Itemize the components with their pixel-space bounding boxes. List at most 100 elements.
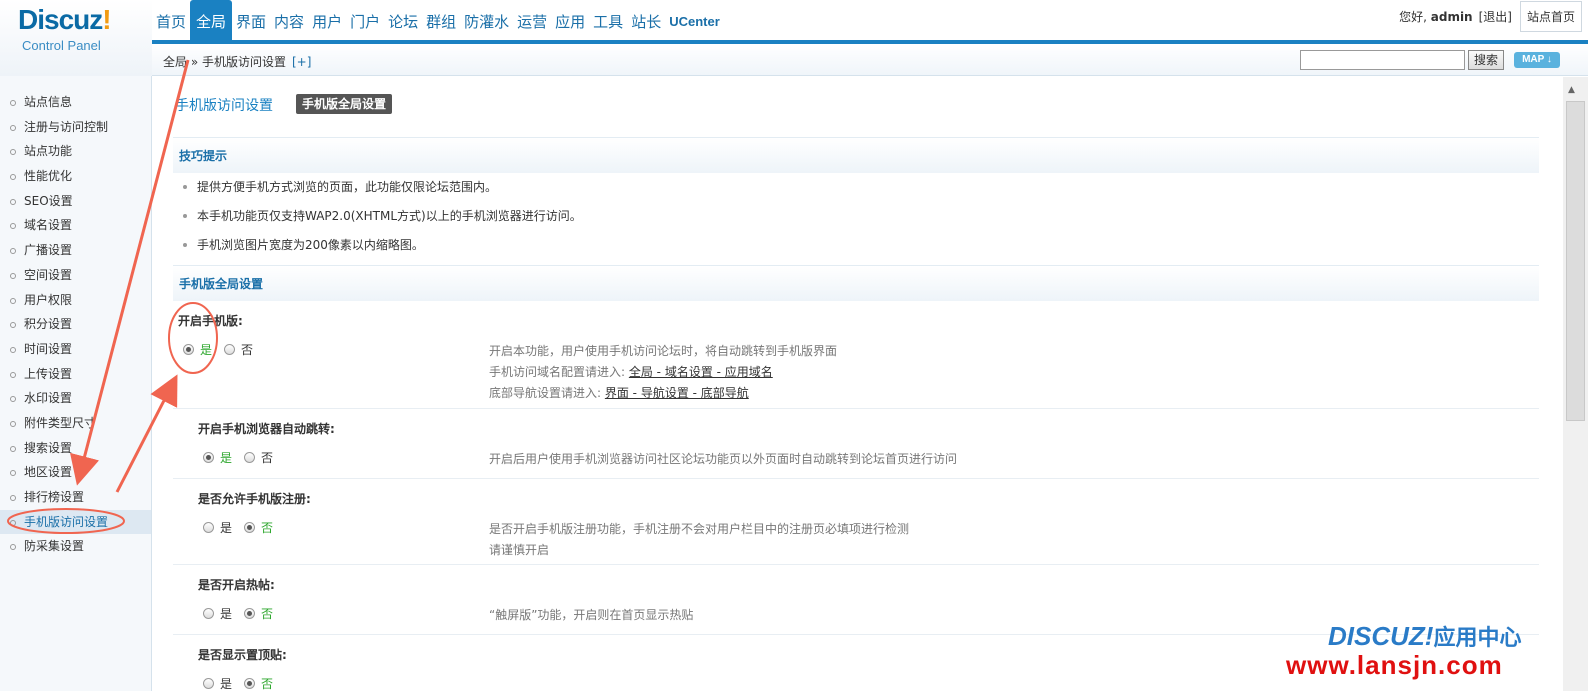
breadcrumb-add-link[interactable]: [+]	[292, 55, 311, 69]
tip-item: 手机浏览图片宽度为200像素以内缩略图。	[173, 231, 1539, 260]
setting-label: 开启手机版:	[178, 314, 243, 328]
radio-yes[interactable]: 是	[203, 449, 232, 466]
logout-link[interactable]: [退出]	[1479, 8, 1512, 25]
nav-item-11[interactable]: 工具	[589, 4, 627, 40]
main-content: 手机版访问设置 手机版全局设置 技巧提示 提供方便手机方式浏览的页面，此功能仅限…	[153, 77, 1563, 691]
setting-description: 开启后用户使用手机浏览器访问社区论坛功能页以外页面时自动跳转到论坛首页进行访问	[489, 452, 958, 466]
scrollbar[interactable]: ▲	[1563, 77, 1588, 691]
footer-nav-link[interactable]: 界面 - 导航设置 - 底部导航	[605, 386, 749, 400]
tip-item: 本手机功能页仅支持WAP2.0(XHTML方式)以上的手机浏览器进行访问。	[173, 202, 1539, 231]
tips-header: 技巧提示	[173, 137, 1539, 173]
map-button[interactable]: MAP ↓	[1514, 52, 1560, 68]
radio-group: 是 否	[203, 675, 285, 691]
radio-no[interactable]: 否	[244, 605, 273, 622]
nav-item-1[interactable]: 全局	[190, 0, 233, 40]
radio-dot	[224, 344, 236, 355]
sidebar-item[interactable]: 防采集设置	[0, 534, 151, 559]
sidebar-item[interactable]: 地区设置	[0, 460, 151, 485]
radio-dot	[244, 452, 256, 463]
radio-no[interactable]: 否	[244, 449, 273, 466]
nav-item-5[interactable]: 门户	[346, 4, 384, 40]
header: Discuz! Control Panel 首页 全局 界面 内容 用户 门户 论坛 群组 防灌…	[0, 0, 1588, 76]
nav-item-7[interactable]: 群组	[422, 4, 460, 40]
watermark-url: www.lansjn.com	[1286, 650, 1503, 680]
user-box: 您好, admin [退出] 站点首页	[1399, 0, 1588, 32]
radio-dot	[203, 522, 214, 533]
logo-brand: Discuz!	[18, 4, 112, 35]
watermark-brand: DISCUZ!应用中心	[1328, 621, 1522, 651]
page-title: 手机版访问设置	[175, 98, 273, 114]
setting-label: 是否显示置顶贴:	[198, 648, 287, 662]
logo[interactable]: Discuz! Control Panel	[0, 0, 152, 76]
sidebar-item[interactable]: 搜索设置	[0, 436, 151, 461]
setting-description: “触屏版”功能，开启则在首页显示热贴	[489, 608, 694, 622]
nav-item-8[interactable]: 防灌水	[460, 4, 513, 40]
radio-dot	[244, 522, 256, 533]
nav-item-3[interactable]: 内容	[270, 4, 308, 40]
search-input[interactable]	[1300, 50, 1465, 70]
scrollbar-thumb[interactable]	[1566, 101, 1585, 421]
top-nav: 首页 全局 界面 内容 用户 门户 论坛 群组 防灌水 运营 应用 工具 站长 UCenter	[152, 0, 724, 40]
radio-yes[interactable]: 是	[203, 605, 232, 622]
setting-label: 是否开启热帖:	[198, 578, 275, 592]
domain-settings-link[interactable]: 全局 - 域名设置 - 应用域名	[629, 365, 773, 379]
radio-dot	[244, 678, 256, 689]
sidebar-item[interactable]: 性能优化	[0, 164, 151, 189]
radio-no[interactable]: 否	[224, 341, 253, 358]
radio-group: 是 否	[203, 449, 285, 466]
nav-item-13[interactable]: UCenter	[665, 4, 724, 40]
logo-subtitle: Control Panel	[22, 38, 101, 53]
setting-label: 是否允许手机版注册:	[198, 492, 311, 506]
setting-enable-mobile: 开启手机版: 是 否 开启本功能，用户使用手机访问论坛时，将自动跳转到手机版界面…	[173, 301, 1539, 409]
scroll-up-icon[interactable]: ▲	[1568, 85, 1575, 95]
radio-no[interactable]: 否	[244, 519, 273, 536]
radio-dot	[244, 608, 256, 619]
sidebar-item[interactable]: 附件类型尺寸	[0, 411, 151, 436]
sidebar-item[interactable]: 积分设置	[0, 312, 151, 337]
radio-dot	[203, 452, 214, 463]
radio-group: 是 否	[183, 341, 265, 358]
sidebar-item[interactable]: 广播设置	[0, 238, 151, 263]
nav-item-9[interactable]: 运营	[513, 4, 551, 40]
sidebar-item[interactable]: 空间设置	[0, 263, 151, 288]
sidebar-item[interactable]: 站点信息	[0, 90, 151, 115]
radio-yes[interactable]: 是	[203, 519, 232, 536]
sidebar-item[interactable]: 注册与访问控制	[0, 115, 151, 140]
radio-dot	[203, 608, 214, 619]
setting-description: 是否开启手机版注册功能，手机注册不会对用户栏目中的注册页必填项进行检测 请谨慎开…	[489, 522, 910, 557]
sidebar-menu: 站点信息 注册与访问控制 站点功能 性能优化 SEO设置 域名设置 广播设置 空间设置 用户权限…	[0, 76, 151, 559]
sidebar-item[interactable]: 手机版访问设置	[0, 509, 151, 535]
breadcrumb: 全局 » 手机版访问设置 [+]	[163, 55, 312, 69]
watermark: DISCUZ!应用中心 www.lansjn.com	[1276, 616, 1566, 691]
radio-yes[interactable]: 是	[203, 675, 232, 691]
sidebar-item[interactable]: 上传设置	[0, 362, 151, 387]
sidebar: 站点信息 注册与访问控制 站点功能 性能优化 SEO设置 域名设置 广播设置 空间设置 用户权限…	[0, 76, 152, 691]
nav-item-6[interactable]: 论坛	[384, 4, 422, 40]
tips-list: 提供方便手机方式浏览的页面，此功能仅限论坛范围内。 本手机功能页仅支持WAP2.…	[173, 173, 1539, 260]
radio-yes[interactable]: 是	[183, 341, 212, 358]
search-button[interactable]: 搜索	[1468, 50, 1505, 70]
sidebar-item[interactable]: 水印设置	[0, 386, 151, 411]
radio-group: 是 否	[203, 605, 285, 622]
sidebar-item[interactable]: 时间设置	[0, 337, 151, 362]
tip-item: 提供方便手机方式浏览的页面，此功能仅限论坛范围内。	[173, 173, 1539, 202]
radio-dot	[203, 678, 214, 689]
nav-item-10[interactable]: 应用	[551, 4, 589, 40]
sidebar-item[interactable]: 站点功能	[0, 139, 151, 164]
radio-group: 是 否	[203, 519, 285, 536]
sidebar-item[interactable]: SEO设置	[0, 189, 151, 214]
site-home-button[interactable]: 站点首页	[1519, 0, 1582, 32]
radio-dot	[183, 344, 194, 355]
sidebar-item[interactable]: 用户权限	[0, 288, 151, 313]
sidebar-item[interactable]: 排行榜设置	[0, 485, 151, 510]
user-greeting: 您好, admin	[1399, 9, 1473, 24]
nav-item-4[interactable]: 用户	[308, 4, 346, 40]
setting-label: 开启手机浏览器自动跳转:	[198, 422, 335, 436]
nav-item-12[interactable]: 站长	[627, 4, 665, 40]
setting-description: 开启本功能，用户使用手机访问论坛时，将自动跳转到手机版界面 手机访问域名配置请进…	[489, 344, 838, 400]
nav-item-2[interactable]: 界面	[232, 4, 270, 40]
tab-global-settings[interactable]: 手机版全局设置	[296, 94, 393, 114]
sidebar-item[interactable]: 域名设置	[0, 213, 151, 238]
nav-item-0[interactable]: 首页	[152, 4, 190, 40]
radio-no[interactable]: 否	[244, 675, 273, 691]
